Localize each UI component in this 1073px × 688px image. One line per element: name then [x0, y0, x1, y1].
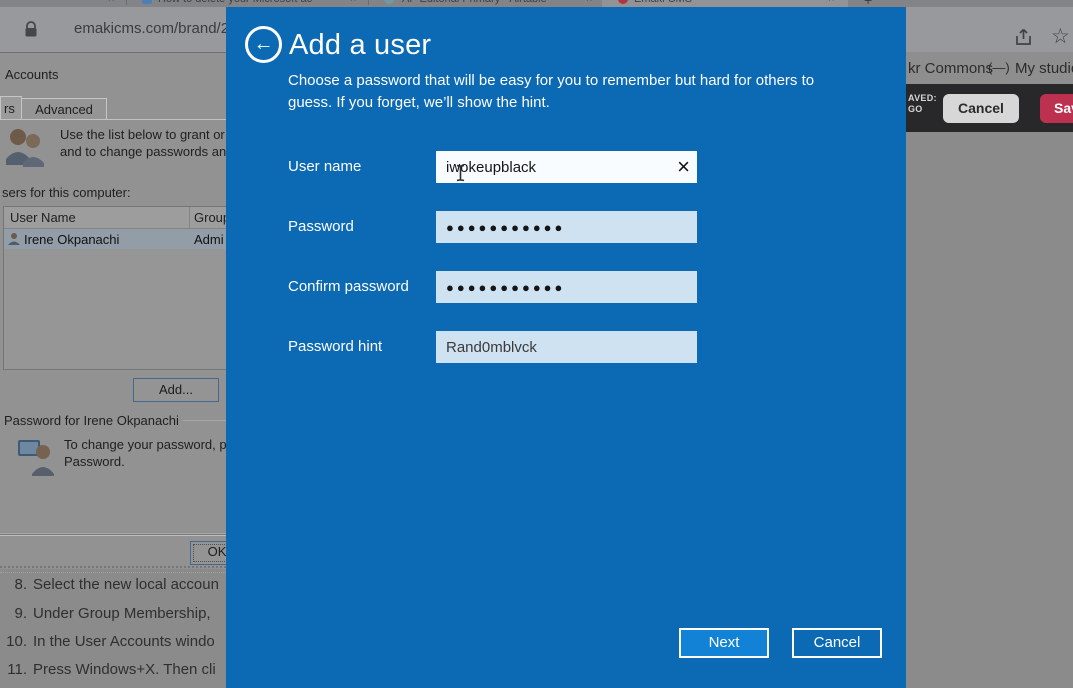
- cancel-button[interactable]: Cancel: [792, 628, 882, 658]
- dialog-subtitle: Choose a password that will be easy for …: [288, 70, 844, 114]
- tab-separator: [368, 0, 369, 5]
- password-hint-field-wrap: [436, 331, 697, 363]
- bookmark-star-icon[interactable]: ☆: [1051, 24, 1070, 49]
- step-number: 11.: [0, 661, 27, 678]
- add-user-dialog: ← Add a user Choose a password that will…: [226, 7, 906, 688]
- tab-strip-inner: × How to delete your Microsoft ac × AP E…: [0, 0, 1073, 7]
- site-header: kr Commons (—) My studio: [906, 52, 1073, 84]
- browser-tab-strip: × How to delete your Microsoft ac × AP E…: [0, 0, 1073, 7]
- list-item: 8. Select the new local accoun: [0, 576, 226, 596]
- username-field-wrap: ×: [436, 151, 697, 183]
- step-number: 8.: [0, 576, 27, 593]
- password-field-wrap: [436, 211, 697, 243]
- column-separator: [189, 207, 190, 228]
- tab1-close-icon[interactable]: ×: [350, 0, 356, 5]
- commons-link[interactable]: kr Commons: [908, 60, 993, 77]
- confirm-password-label: Confirm password: [288, 271, 409, 303]
- tab-title[interactable]: How to delete your Microsoft ac: [158, 0, 344, 5]
- my-studio-icon: (—): [988, 60, 1010, 75]
- user-row-selected[interactable]: Irene Okpanachi Admi: [4, 229, 227, 249]
- text-cursor-icon: [455, 164, 466, 187]
- tab-users[interactable]: rs: [0, 96, 22, 120]
- username-input[interactable]: [436, 151, 697, 183]
- last-saved-text: AVED:: [908, 93, 937, 103]
- user-icon: [7, 232, 21, 249]
- new-tab-button[interactable]: +: [864, 0, 872, 7]
- users-group-icon: [2, 125, 48, 174]
- step-number: 10.: [0, 633, 27, 650]
- page-dotted-divider: [0, 566, 226, 573]
- users-list-label: sers for this computer:: [2, 185, 131, 200]
- list-item: 11. Press Windows+X. Then cli: [0, 661, 226, 681]
- password-hint-input[interactable]: [436, 331, 697, 363]
- last-saved-ago-text: GO: [908, 104, 923, 114]
- list-item: 10. In the User Accounts windo: [0, 633, 226, 653]
- column-group[interactable]: Group: [194, 210, 230, 225]
- step-text: In the User Accounts windo: [33, 633, 215, 650]
- step-text: Under Group Membership,: [33, 605, 211, 622]
- users-list: User Name Group Irene Okpanachi Admi: [3, 206, 227, 370]
- user-accounts-dialog: Accounts rs Advanced Use the list below …: [0, 52, 226, 569]
- tab1-favicon: [142, 0, 152, 4]
- user-row-name: Irene Okpanachi: [24, 232, 119, 247]
- share-icon[interactable]: [1013, 26, 1035, 53]
- password-groupbox-title: Password for Irene Okpanachi: [0, 413, 183, 428]
- back-button[interactable]: ←: [245, 26, 282, 63]
- partial-tab-close-icon[interactable]: ×: [108, 0, 114, 5]
- change-password-text-line2: Password.: [64, 454, 125, 469]
- tab-title[interactable]: Emaki CMS: [634, 0, 692, 5]
- tab3-close-icon[interactable]: ×: [828, 0, 834, 5]
- tab-divider: [0, 119, 226, 120]
- tab-title[interactable]: AP Editorial Primary - Airtable: [402, 0, 578, 5]
- dialog-title: Add a user: [289, 29, 431, 62]
- my-studio-link[interactable]: My studio: [1015, 60, 1073, 77]
- tab-separator: [126, 0, 127, 5]
- list-item: 9. Under Group Membership,: [0, 605, 226, 625]
- password-input[interactable]: [436, 211, 697, 243]
- save-bar: AVED: GO Cancel Save: [906, 84, 1073, 132]
- step-text: Select the new local accoun: [33, 576, 219, 593]
- password-hint-label: Password hint: [288, 331, 382, 363]
- step-number: 9.: [0, 605, 27, 622]
- password-label: Password: [288, 211, 354, 243]
- confirm-password-input[interactable]: [436, 271, 697, 303]
- username-label: User name: [288, 151, 361, 183]
- user-row-group: Admi: [194, 232, 224, 247]
- tab2-close-icon[interactable]: ×: [586, 0, 592, 5]
- tab2-favicon: [384, 0, 394, 4]
- add-user-button[interactable]: Add...: [133, 378, 219, 402]
- tab-advanced[interactable]: Advanced: [21, 98, 107, 120]
- footer-divider-light: [0, 535, 226, 536]
- users-list-header: User Name Group: [4, 207, 227, 229]
- confirm-password-field-wrap: [436, 271, 697, 303]
- save-button[interactable]: Save: [1040, 94, 1073, 123]
- step-text: Press Windows+X. Then cli: [33, 661, 216, 678]
- clear-input-icon[interactable]: ×: [677, 153, 690, 181]
- dialog-title: Accounts: [5, 67, 58, 82]
- lock-icon: [24, 21, 38, 43]
- column-user-name[interactable]: User Name: [10, 210, 76, 225]
- change-password-icon: [16, 436, 58, 479]
- screen: × How to delete your Microsoft ac × AP E…: [0, 0, 1073, 688]
- cancel-button[interactable]: Cancel: [943, 94, 1019, 123]
- back-arrow-icon: ←: [254, 33, 274, 55]
- next-button[interactable]: Next: [679, 628, 769, 658]
